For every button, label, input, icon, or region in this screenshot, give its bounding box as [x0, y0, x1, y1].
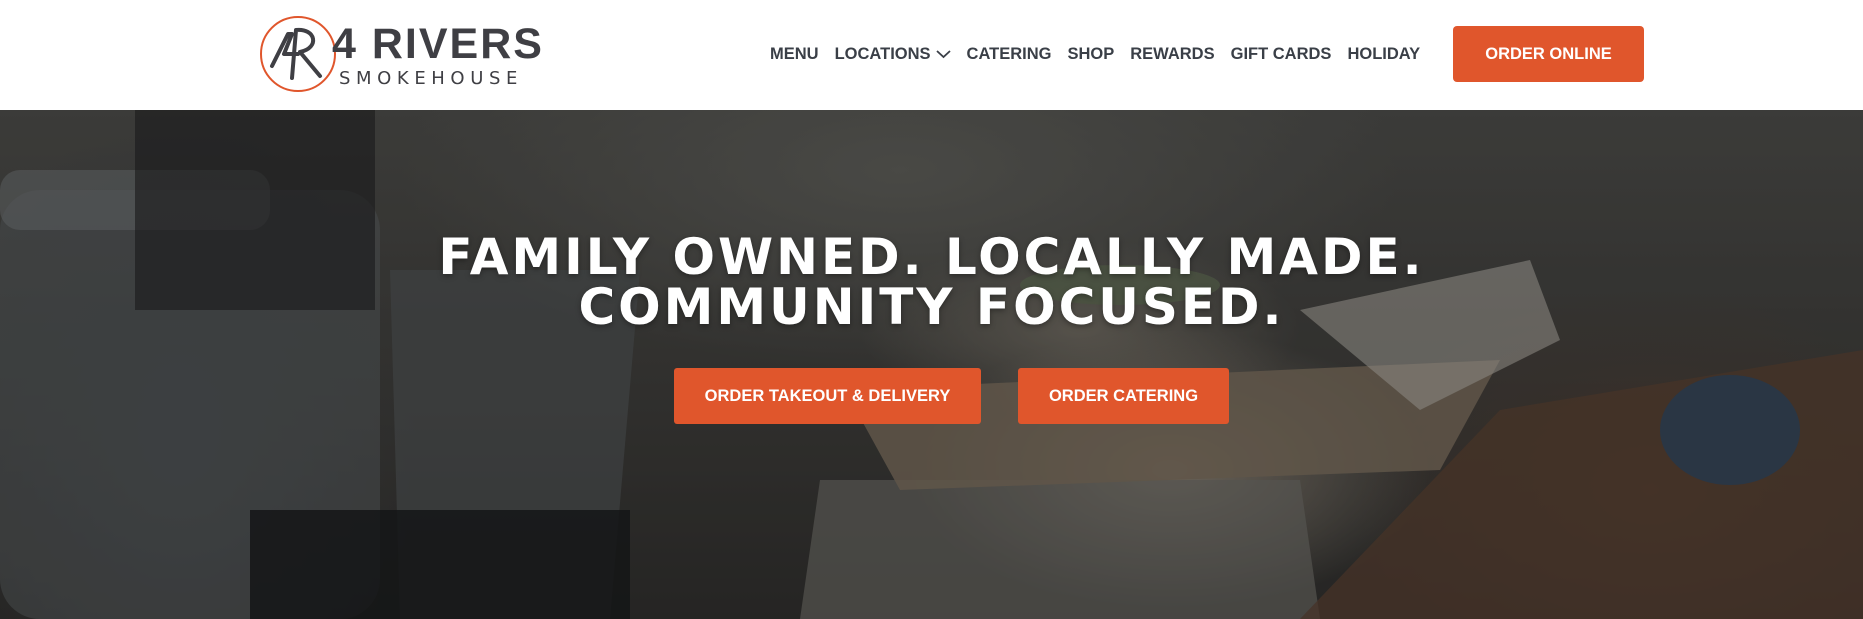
order-catering-button[interactable]: ORDER CATERING: [1018, 368, 1229, 424]
brand-title: 4 RIVERS: [332, 20, 544, 68]
nav-item-locations[interactable]: LOCATIONS: [835, 45, 951, 64]
nav-item-holiday[interactable]: HOLIDAY: [1347, 45, 1420, 64]
order-takeout-delivery-button[interactable]: ORDER TAKEOUT & DELIVERY: [674, 368, 981, 424]
nav-item-shop[interactable]: SHOP: [1068, 45, 1115, 64]
hero-headline-line-1: FAMILY OWNED. LOCALLY MADE.: [438, 228, 1425, 286]
brand-logo-link[interactable]: 4 RIVERS SMOKEHOUSE: [258, 14, 563, 94]
site-header: 4 RIVERS SMOKEHOUSE MENU LOCATIONS CATER…: [0, 0, 1863, 110]
nav-item-catering[interactable]: CATERING: [967, 45, 1052, 64]
chevron-down-icon: [935, 50, 951, 59]
nav-item-locations-label: LOCATIONS: [834, 44, 931, 63]
hero-dark-overlay: [0, 110, 1863, 619]
hero-headline: FAMILY OWNED. LOCALLY MADE. COMMUNITY FO…: [0, 232, 1863, 332]
nav-item-menu[interactable]: MENU: [770, 45, 819, 64]
order-online-button[interactable]: ORDER ONLINE: [1453, 26, 1644, 82]
brand-subtitle: SMOKEHOUSE: [339, 68, 523, 89]
main-nav: MENU LOCATIONS CATERING SHOP REWARDS GIF…: [770, 38, 1420, 70]
hero-headline-line-2: COMMUNITY FOCUSED.: [578, 278, 1285, 336]
brand-logo-icon: [260, 16, 336, 92]
hero-section: FAMILY OWNED. LOCALLY MADE. COMMUNITY FO…: [0, 110, 1863, 619]
nav-item-gift-cards[interactable]: GIFT CARDS: [1231, 45, 1332, 64]
nav-item-rewards[interactable]: REWARDS: [1130, 45, 1214, 64]
